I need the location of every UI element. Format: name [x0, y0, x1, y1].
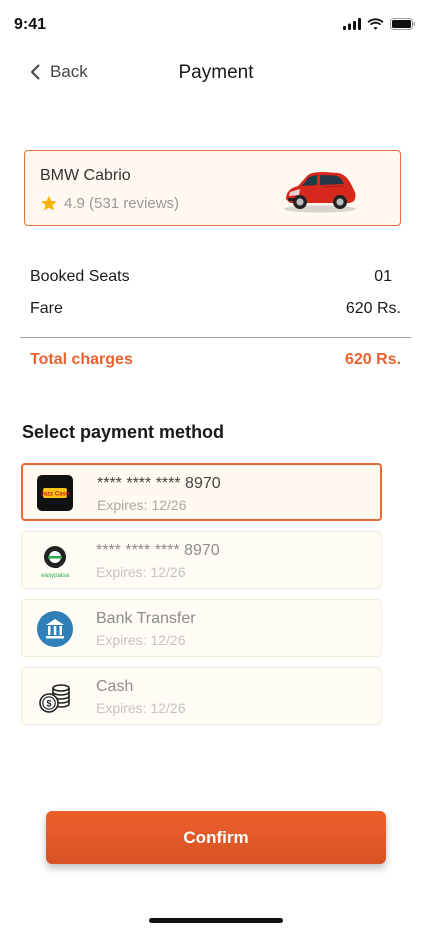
car-name: BMW Cabrio	[40, 167, 131, 184]
status-icons	[343, 18, 416, 30]
payment-option-jazzcash[interactable]: Jazz Cash **** **** **** 8970 Expires: 1…	[21, 463, 382, 521]
payment-option-title: Cash	[96, 678, 134, 695]
payment-option-cash[interactable]: $ Cash Expires: 12/26	[21, 667, 382, 725]
chevron-left-icon	[31, 64, 40, 80]
car-rating: 4.9 (531 reviews)	[40, 195, 179, 212]
back-label: Back	[50, 62, 88, 81]
star-icon	[41, 195, 57, 211]
payment-option-expiry: Expires: 12/26	[97, 497, 187, 513]
status-time: 9:41	[14, 16, 47, 33]
car-image	[284, 172, 356, 213]
payment-option-title: **** **** **** 8970	[96, 542, 220, 559]
payment-option-expiry: Expires: 12/26	[96, 700, 186, 716]
fare-label: Fare	[30, 300, 63, 317]
cash-coins-icon: $	[39, 684, 70, 713]
confirm-button[interactable]: Confirm	[46, 811, 386, 864]
wifi-icon	[367, 18, 384, 30]
bank-icon	[37, 611, 73, 647]
home-indicator	[149, 918, 283, 923]
easypaisa-logo-text: easypaisa	[41, 572, 69, 579]
payment-option-expiry: Expires: 12/26	[96, 564, 186, 580]
jazzcash-logo-text: Jazz Cash	[40, 492, 69, 498]
svg-text:$: $	[46, 699, 51, 709]
total-charges-value: 620 Rs.	[344, 351, 401, 368]
back-button[interactable]: Back	[30, 62, 88, 82]
jazzcash-logo: Jazz Cash	[37, 475, 73, 511]
battery-icon	[390, 18, 415, 30]
signal-icon	[343, 18, 361, 30]
payment-option-expiry: Expires: 12/26	[96, 632, 186, 648]
car-rating-text: 4.9 (531 reviews)	[64, 195, 180, 212]
total-charges-label: Total charges	[30, 351, 133, 368]
payment-option-easypaisa[interactable]: easypaisa **** **** **** 8970 Expires: 1…	[21, 531, 382, 589]
easypaisa-logo: easypaisa	[41, 546, 69, 579]
car-card: BMW Cabrio 4.9 (531 reviews)	[24, 150, 401, 226]
fare-divider	[20, 337, 411, 338]
payment-option-bank-transfer[interactable]: Bank Transfer Expires: 12/26	[21, 599, 382, 657]
payment-option-title: Bank Transfer	[96, 610, 196, 627]
payment-option-title: **** **** **** 8970	[97, 475, 221, 492]
payment-section-title: Select payment method	[22, 422, 225, 442]
booked-seats-label: Booked Seats	[30, 268, 130, 285]
booked-seats-value: 01	[374, 268, 392, 285]
fare-value: 620 Rs.	[345, 300, 401, 317]
